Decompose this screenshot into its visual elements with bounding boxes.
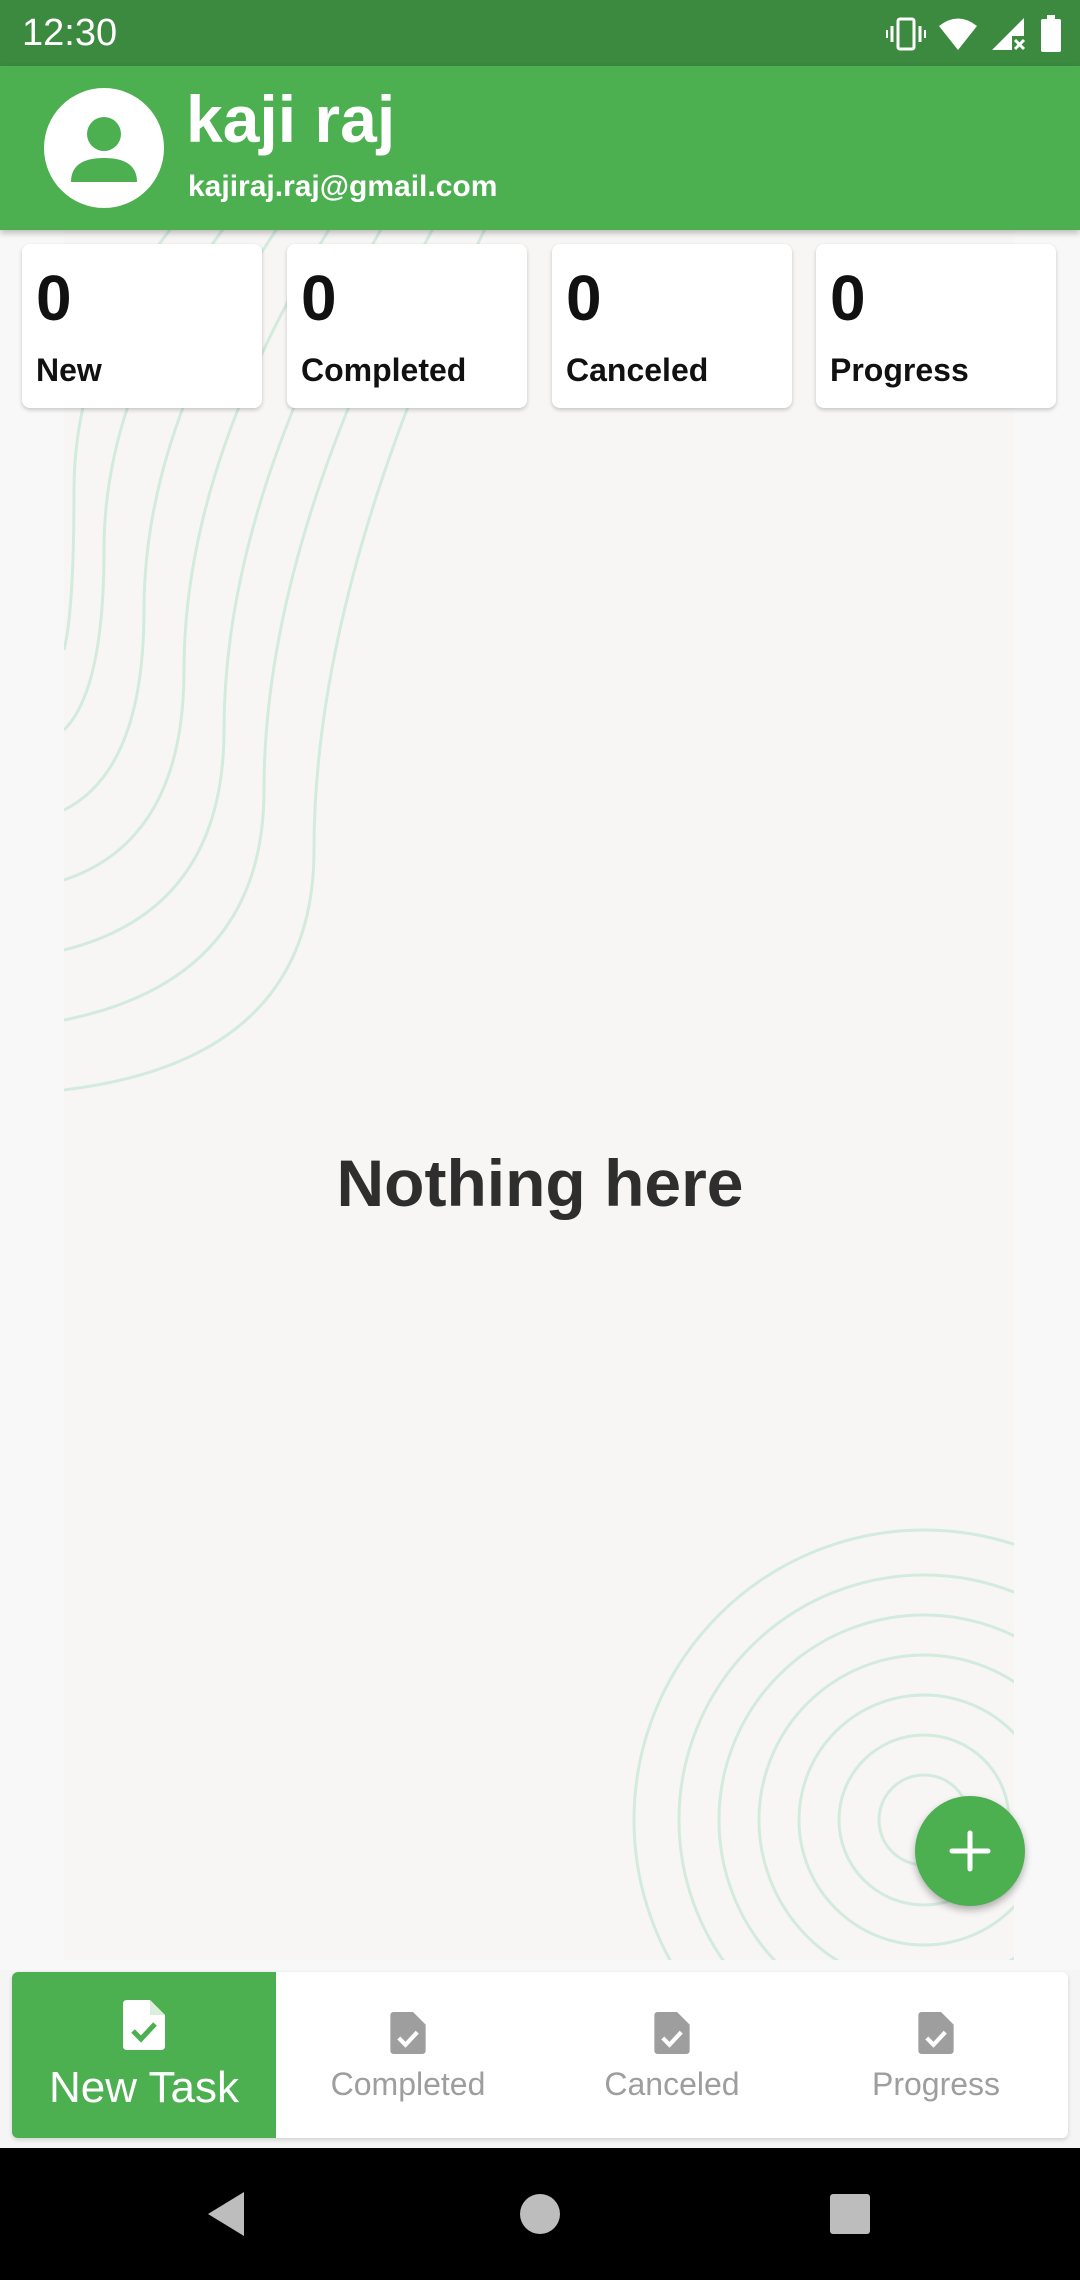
battery-icon xyxy=(1041,15,1061,52)
stat-card-progress: 0 Progress xyxy=(816,244,1056,408)
decorative-wave-pattern xyxy=(64,230,1014,1960)
nav-item-canceled[interactable]: Canceled xyxy=(540,1972,804,2138)
task-document-icon xyxy=(654,2012,690,2054)
nav-label: Progress xyxy=(871,2066,1001,2102)
stat-card-canceled: 0 Canceled xyxy=(552,244,792,408)
stat-label: Canceled xyxy=(566,352,709,388)
task-document-icon xyxy=(390,2012,426,2054)
task-list-area xyxy=(64,230,1014,1960)
system-navigation-bar xyxy=(0,2148,1080,2280)
nav-label: Completed xyxy=(330,2066,486,2102)
nav-label: New Task xyxy=(49,2063,239,2112)
stat-count: 0 xyxy=(36,262,72,334)
status-bar: 12:30 xyxy=(0,0,1080,66)
bottom-navigation: New Task Completed Canceled Progress xyxy=(12,1972,1068,2138)
nav-item-new-task[interactable]: New Task xyxy=(12,1972,276,2138)
status-icons xyxy=(886,14,1062,54)
app-header: kaji raj kajiraj.raj@gmail.com xyxy=(0,66,1080,230)
stat-label: Progress xyxy=(830,352,969,388)
person-icon xyxy=(71,117,137,182)
vibrate-icon xyxy=(886,17,926,51)
nav-item-progress[interactable]: Progress xyxy=(804,1972,1068,2138)
signal-icon xyxy=(992,18,1026,51)
stat-count: 0 xyxy=(566,262,602,334)
home-icon[interactable] xyxy=(518,2192,562,2236)
status-time: 12:30 xyxy=(22,12,118,54)
stat-card-completed: 0 Completed xyxy=(287,244,527,408)
wifi-icon xyxy=(939,18,977,50)
stat-count: 0 xyxy=(830,262,866,334)
add-task-button[interactable] xyxy=(915,1796,1025,1906)
user-name: kaji raj xyxy=(186,82,396,156)
nav-item-completed[interactable]: Completed xyxy=(276,1972,540,2138)
recents-icon[interactable] xyxy=(828,2192,872,2236)
back-icon[interactable] xyxy=(204,2190,248,2238)
plus-icon xyxy=(949,1830,991,1872)
stat-card-new: 0 New xyxy=(22,244,262,408)
stat-label: New xyxy=(36,352,102,388)
stat-count: 0 xyxy=(301,262,337,334)
stat-label: Completed xyxy=(301,352,467,388)
avatar[interactable] xyxy=(44,88,164,208)
nav-label: Canceled xyxy=(604,2066,740,2102)
empty-state-message: Nothing here xyxy=(336,1146,744,1220)
task-document-icon xyxy=(123,2000,165,2050)
user-email: kajiraj.raj@gmail.com xyxy=(188,170,498,203)
task-document-icon xyxy=(918,2012,954,2054)
